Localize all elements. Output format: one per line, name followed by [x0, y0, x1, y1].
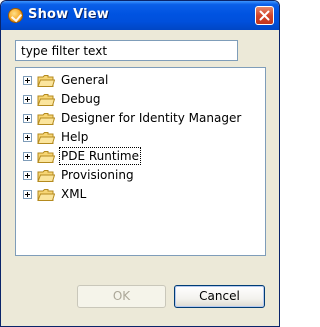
folder-icon	[37, 113, 55, 125]
tree-item-label: Designer for Identity Manager	[61, 111, 242, 125]
expand-icon[interactable]	[23, 95, 32, 104]
expand-icon[interactable]	[23, 76, 32, 85]
title-bar[interactable]: Show View	[1, 1, 279, 30]
folder-icon	[37, 132, 55, 144]
folder-icon	[37, 151, 55, 163]
close-icon	[259, 10, 270, 21]
close-button[interactable]	[255, 6, 274, 25]
expand-icon[interactable]	[23, 114, 32, 123]
filter-input[interactable]: type filter text	[15, 40, 238, 61]
tree-item-label: Debug	[61, 92, 101, 106]
folder-icon	[37, 75, 55, 87]
folder-icon	[37, 94, 55, 106]
tree-item-label: XML	[61, 187, 87, 201]
expand-icon[interactable]	[23, 190, 32, 199]
tree-item-label: General	[61, 73, 109, 87]
expand-icon[interactable]	[23, 171, 32, 180]
view-tree[interactable]: General Debug Designer for Identity Mana…	[15, 67, 266, 256]
dialog-title: Show View	[28, 7, 109, 22]
ok-button[interactable]: OK	[77, 285, 166, 308]
expand-icon[interactable]	[23, 133, 32, 142]
tree-item-label: Help	[61, 130, 89, 144]
tree-item-label: Provisioning	[61, 168, 134, 182]
folder-icon	[37, 189, 55, 201]
cancel-button[interactable]: Cancel	[174, 285, 265, 308]
show-view-icon	[8, 8, 23, 23]
show-view-dialog: Show View type filter text General Debug…	[0, 0, 280, 327]
tree-item-label: PDE Runtime	[59, 147, 141, 165]
folder-icon	[37, 170, 55, 182]
expand-icon[interactable]	[23, 152, 32, 161]
